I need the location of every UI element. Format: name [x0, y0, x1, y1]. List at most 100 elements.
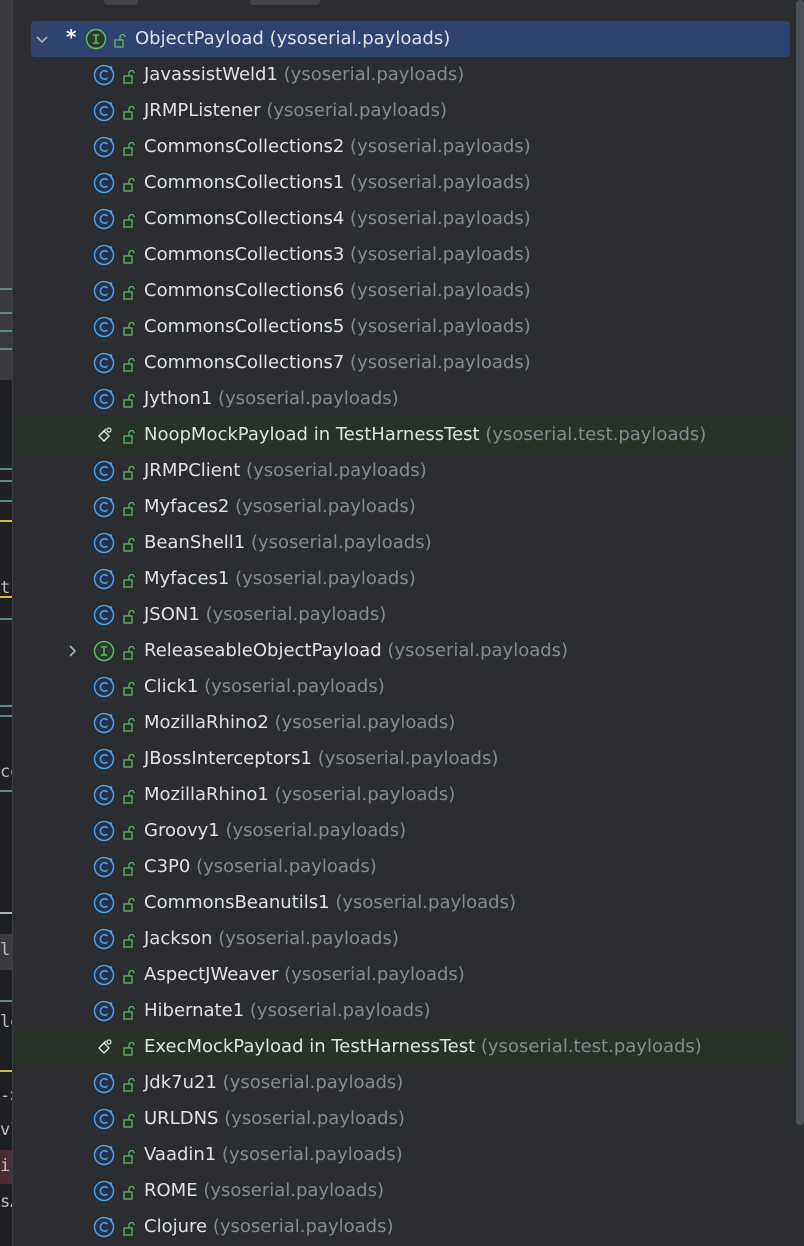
public-access-icon — [123, 140, 135, 156]
editor-text: lc — [0, 940, 12, 960]
tree-row-root[interactable]: * ObjectPayload (ysoserial.payloads) — [31, 21, 790, 57]
tree-row[interactable]: MozillaRhino2 (ysoserial.payloads) — [14, 705, 790, 741]
tree-row-label: NoopMockPayload in TestHarnessTest (ysos… — [144, 424, 706, 445]
tree-row[interactable]: CommonsCollections4 (ysoserial.payloads) — [14, 201, 790, 237]
tree-row[interactable]: Myfaces2 (ysoserial.payloads) — [14, 489, 790, 525]
public-access-icon — [123, 356, 135, 372]
tree-row[interactable]: Click1 (ysoserial.payloads) — [14, 669, 790, 705]
public-access-icon — [123, 428, 135, 444]
tree-row[interactable]: CommonsBeanutils1 (ysoserial.payloads) — [14, 885, 790, 921]
tree-row[interactable]: CommonsCollections3 (ysoserial.payloads) — [14, 237, 790, 273]
public-access-icon — [123, 248, 135, 264]
public-access-icon — [123, 608, 135, 624]
package-name: (ysoserial.payloads) — [203, 1180, 384, 1201]
tree-row[interactable]: ROME (ysoserial.payloads) — [14, 1173, 790, 1209]
public-access-icon — [114, 32, 126, 48]
tree-row[interactable]: CommonsCollections2 (ysoserial.payloads) — [14, 129, 790, 165]
class-name: Myfaces1 — [144, 568, 230, 589]
tree-row[interactable]: ExecMockPayload in TestHarnessTest (ysos… — [14, 1029, 790, 1065]
tree-row[interactable]: JRMPClient (ysoserial.payloads) — [14, 453, 790, 489]
class-icon — [93, 64, 115, 86]
class-icon — [93, 1216, 115, 1238]
class-name: MozillaRhino2 — [144, 712, 269, 733]
tree-row-label: ROME (ysoserial.payloads) — [144, 1180, 384, 1201]
tree-row-label: CommonsCollections1 (ysoserial.payloads) — [144, 172, 531, 193]
package-name: (ysoserial.payloads) — [235, 568, 416, 589]
tree-row-label: CommonsCollections2 (ysoserial.payloads) — [144, 136, 531, 157]
tree-row[interactable]: Hibernate1 (ysoserial.payloads) — [14, 993, 790, 1029]
class-icon — [93, 1144, 115, 1166]
class-name: Clojure — [144, 1216, 208, 1237]
editor-text: sA — [0, 1192, 12, 1212]
public-access-icon — [123, 716, 135, 732]
tree-row[interactable]: Clojure (ysoserial.payloads) — [14, 1209, 790, 1245]
tree-row[interactable]: Jython1 (ysoserial.payloads) — [14, 381, 790, 417]
editor-marker — [0, 348, 12, 350]
class-name: JSON1 — [144, 604, 200, 625]
chevron-right-icon[interactable] — [64, 643, 80, 659]
public-access-icon — [123, 68, 135, 84]
class-name: ExecMockPayload in TestHarnessTest — [144, 1036, 476, 1057]
tree-row[interactable]: MozillaRhino1 (ysoserial.payloads) — [14, 777, 790, 813]
tree-row-label: Jython1 (ysoserial.payloads) — [144, 388, 399, 409]
tree-row[interactable]: JBossInterceptors1 (ysoserial.payloads) — [14, 741, 790, 777]
tree-row[interactable]: ReleaseableObjectPayload (ysoserial.payl… — [14, 633, 790, 669]
public-access-icon — [123, 536, 135, 552]
class-name: ROME — [144, 1180, 198, 1201]
tree-row[interactable]: CommonsCollections5 (ysoserial.payloads) — [14, 309, 790, 345]
tree-row-label: JSON1 (ysoserial.payloads) — [144, 604, 386, 625]
public-access-icon — [123, 680, 135, 696]
tree-row[interactable]: Myfaces1 (ysoserial.payloads) — [14, 561, 790, 597]
public-access-icon — [123, 500, 135, 516]
class-name: JBossInterceptors1 — [144, 748, 312, 769]
tree-row-label: Click1 (ysoserial.payloads) — [144, 676, 385, 697]
package-name: (ysoserial.test.payloads) — [480, 1036, 702, 1057]
public-access-icon — [123, 1004, 135, 1020]
editor-marker — [0, 912, 12, 914]
tree-row-label: URLDNS (ysoserial.payloads) — [144, 1108, 405, 1129]
toolbar-stub[interactable] — [250, 0, 320, 5]
package-name: (ysoserial.payloads) — [350, 352, 531, 373]
package-name: (ysoserial.payloads) — [350, 136, 531, 157]
vertical-scrollbar[interactable] — [796, 0, 804, 1125]
tree-row[interactable]: URLDNS (ysoserial.payloads) — [14, 1101, 790, 1137]
package-name: (ysoserial.payloads) — [350, 244, 531, 265]
tree-row[interactable]: JavassistWeld1 (ysoserial.payloads) — [14, 57, 790, 93]
public-access-icon — [123, 176, 135, 192]
class-icon — [93, 208, 115, 230]
class-name: CommonsBeanutils1 — [144, 892, 330, 913]
class-icon — [93, 928, 115, 950]
tree-row-label: Jackson (ysoserial.payloads) — [144, 928, 399, 949]
package-name: (ysoserial.payloads) — [350, 208, 531, 229]
tree-row[interactable]: NoopMockPayload in TestHarnessTest (ysos… — [14, 417, 790, 453]
class-icon — [93, 712, 115, 734]
tree-row[interactable]: BeanShell1 (ysoserial.payloads) — [14, 525, 790, 561]
public-access-icon — [123, 392, 135, 408]
editor-gutter-fragment: t ce lc le -> vl i sA — [0, 0, 13, 1246]
editor-marker — [0, 288, 12, 290]
tree-row[interactable]: JRMPListener (ysoserial.payloads) — [14, 93, 790, 129]
tree-row[interactable]: CommonsCollections1 (ysoserial.payloads) — [14, 165, 790, 201]
public-access-icon — [123, 824, 135, 840]
tree-row[interactable]: C3P0 (ysoserial.payloads) — [14, 849, 790, 885]
tree-row[interactable]: CommonsCollections7 (ysoserial.payloads) — [14, 345, 790, 381]
class-name: Click1 — [144, 676, 199, 697]
tree-row[interactable]: CommonsCollections6 (ysoserial.payloads) — [14, 273, 790, 309]
toolbar-stub[interactable] — [104, 0, 138, 5]
class-name: CommonsCollections1 — [144, 172, 345, 193]
class-name: JRMPClient — [144, 460, 241, 481]
editor-text: ce — [0, 762, 12, 782]
tree-row-label: CommonsCollections4 (ysoserial.payloads) — [144, 208, 531, 229]
class-icon — [93, 784, 115, 806]
editor-marker — [0, 596, 12, 598]
chevron-down-icon[interactable] — [34, 31, 50, 47]
tree-row[interactable]: AspectJWeaver (ysoserial.payloads) — [14, 957, 790, 993]
package-name: (ysoserial.payloads) — [222, 1072, 404, 1093]
class-name: MozillaRhino1 — [144, 784, 269, 805]
tree-row[interactable]: JSON1 (ysoserial.payloads) — [14, 597, 790, 633]
tree-row[interactable]: Vaadin1 (ysoserial.payloads) — [14, 1137, 790, 1173]
tree-row[interactable]: Groovy1 (ysoserial.payloads) — [14, 813, 790, 849]
tree-row[interactable]: Jackson (ysoserial.payloads) — [14, 921, 790, 957]
tree-row[interactable]: Jdk7u21 (ysoserial.payloads) — [14, 1065, 790, 1101]
tree-row-label: Vaadin1 (ysoserial.payloads) — [144, 1144, 403, 1165]
